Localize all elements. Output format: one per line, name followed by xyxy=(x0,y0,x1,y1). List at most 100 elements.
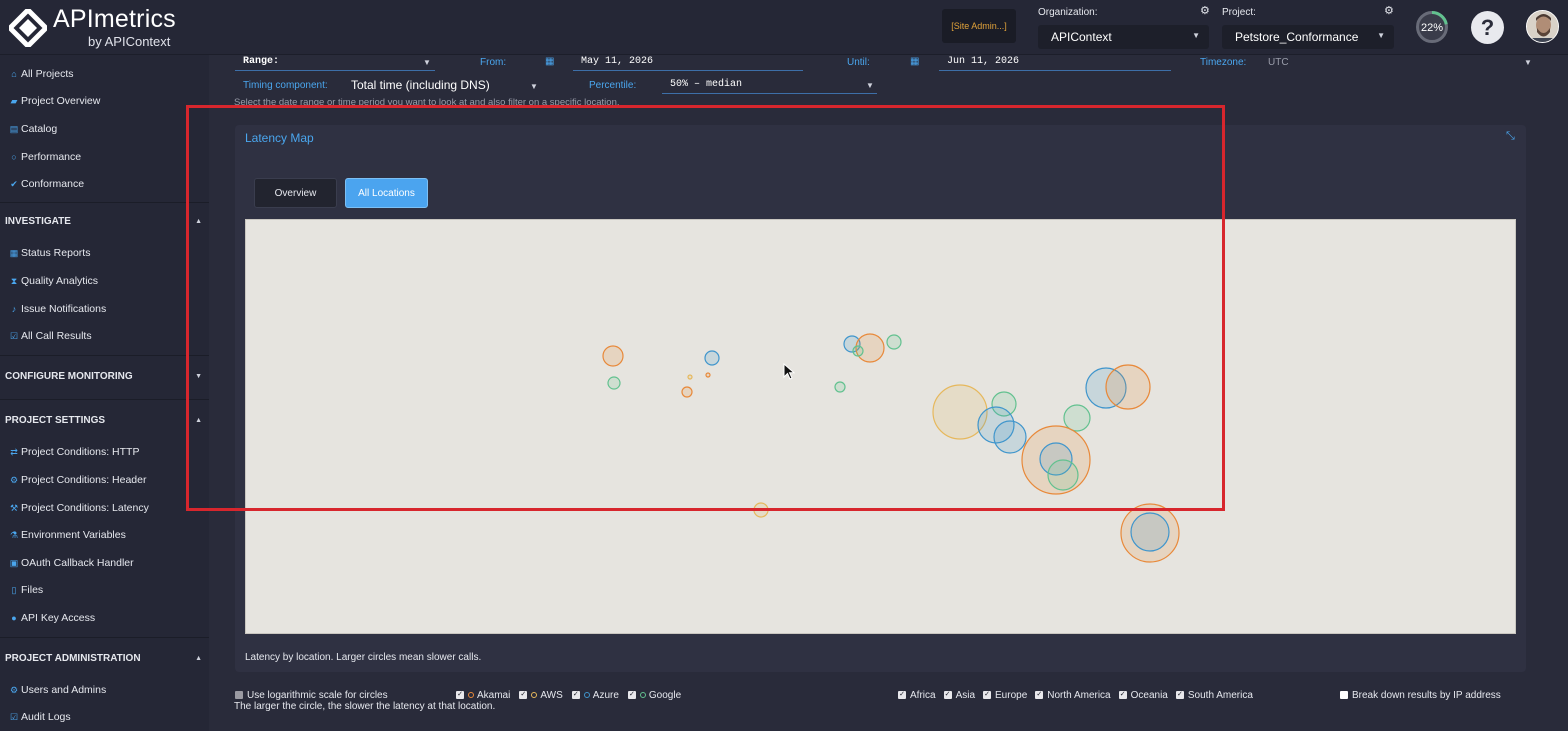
project-select[interactable]: Petstore_Conformance ▼ xyxy=(1222,25,1394,49)
sidebar-item-conditions-header[interactable]: ⚙ Project Conditions: Header xyxy=(9,472,147,488)
sidebar: ⌂ All Projects ▰ Project Overview ▤ Catalog… xyxy=(0,55,209,731)
help-icon: ? xyxy=(1480,14,1495,40)
gear-icon: ⚙ xyxy=(9,684,19,695)
sidebar-item-status-reports[interactable]: ▦ Status Reports xyxy=(9,245,91,261)
sidebar-item-all-projects[interactable]: ⌂ All Projects xyxy=(9,66,73,82)
organization-select[interactable]: APIContext ▼ xyxy=(1038,25,1209,49)
until-date-input[interactable]: Jun 11, 2026 xyxy=(939,53,1171,71)
bell-icon: ♪ xyxy=(11,304,17,314)
project-gear-icon[interactable]: ⚙ xyxy=(1384,6,1395,17)
oceania-checkbox[interactable]: ✓ xyxy=(1118,691,1127,699)
gauge-icon: ○ xyxy=(11,152,17,162)
location-bubble xyxy=(602,345,624,367)
azure-ring-icon xyxy=(583,692,590,698)
organization-gear-icon[interactable]: ⚙ xyxy=(1200,6,1211,17)
apimetrics-logo-icon[interactable] xyxy=(9,9,47,47)
sidebar-item-label: Project Conditions: HTTP xyxy=(21,446,140,458)
sidebar-item-conditions-latency[interactable]: ⚒ Project Conditions: Latency xyxy=(9,500,149,516)
africa-label: Africa xyxy=(910,689,936,701)
section-project-settings[interactable]: PROJECT SETTINGS ▲ xyxy=(5,412,203,428)
sidebar-item-quality-analytics[interactable]: ⧗ Quality Analytics xyxy=(9,273,98,289)
avatar[interactable] xyxy=(1526,10,1559,43)
organization-label: Organization: xyxy=(1038,7,1098,18)
organization-value: APIContext xyxy=(1051,30,1112,44)
location-bubble xyxy=(834,381,846,393)
percentile-select[interactable]: 50% – median xyxy=(662,76,877,94)
percentile-value: 50% – median xyxy=(670,79,743,90)
sidebar-item-catalog[interactable]: ▤ Catalog xyxy=(9,121,57,137)
log-scale-option[interactable]: Use logarithmic scale for circles xyxy=(235,688,388,702)
region-filters: ✓ Africa ✓ Asia ✓ Europe ✓ North America… xyxy=(898,688,1253,702)
calendar-icon[interactable]: ▦ xyxy=(910,56,919,67)
azure-checkbox[interactable]: ✓ xyxy=(571,691,580,699)
range-select[interactable]: Range: xyxy=(235,53,435,71)
collapse-icon[interactable]: ⤡ xyxy=(1506,130,1515,143)
sidebar-divider xyxy=(0,202,209,203)
sidebar-divider xyxy=(0,637,209,638)
location-bubble xyxy=(1130,512,1170,552)
sidebar-item-label: Files xyxy=(21,584,44,596)
chevron-down-icon: ▼ xyxy=(1192,31,1200,40)
sidebar-item-label: Issue Notifications xyxy=(21,303,107,315)
tab-overview[interactable]: Overview xyxy=(254,178,337,208)
breakdown-checkbox[interactable] xyxy=(1340,691,1348,699)
north-america-checkbox[interactable]: ✓ xyxy=(1035,691,1044,699)
aws-checkbox[interactable]: ✓ xyxy=(519,691,528,699)
until-label: Until: xyxy=(847,57,870,68)
europe-checkbox[interactable]: ✓ xyxy=(983,691,992,699)
chevron-up-icon: ▲ xyxy=(195,217,202,225)
section-configure-monitoring[interactable]: CONFIGURE MONITORING ▼ xyxy=(5,368,203,384)
sidebar-item-users-admins[interactable]: ⚙ Users and Admins xyxy=(9,682,106,698)
sidebar-item-label: Conformance xyxy=(21,178,85,190)
location-bubble xyxy=(687,374,693,380)
gear-icon: ⚙ xyxy=(9,474,19,485)
checkbox-icon: ☑ xyxy=(9,330,19,341)
help-button[interactable]: ? xyxy=(1471,11,1504,44)
progress-ring[interactable]: 22% xyxy=(1415,10,1449,44)
sidebar-item-project-overview[interactable]: ▰ Project Overview xyxy=(9,93,101,109)
sidebar-item-issue-notifications[interactable]: ♪ Issue Notifications xyxy=(9,301,106,317)
sidebar-item-oauth-callback[interactable]: ▣ OAuth Callback Handler xyxy=(9,555,134,571)
location-bubble xyxy=(607,376,621,390)
from-date-input[interactable]: May 11, 2026 xyxy=(573,53,803,71)
section-project-administration[interactable]: PROJECT ADMINISTRATION ▲ xyxy=(5,650,203,666)
akamai-checkbox[interactable]: ✓ xyxy=(456,691,464,699)
tab-all-locations[interactable]: All Locations xyxy=(345,178,428,208)
sidebar-item-environment-variables[interactable]: ⚗ Environment Variables xyxy=(9,527,126,543)
range-label: Range: xyxy=(243,56,280,67)
sidebar-item-audit-logs[interactable]: ☑ Audit Logs xyxy=(9,709,71,725)
south-america-checkbox[interactable]: ✓ xyxy=(1175,691,1184,699)
timing-component-select[interactable]: Total time (including DNS) xyxy=(343,76,545,94)
chevron-down-icon: ▼ xyxy=(1377,31,1385,40)
location-bubble xyxy=(886,334,902,350)
site-admin-button[interactable]: [Site Admin...] xyxy=(942,9,1016,43)
sidebar-item-label: Project Conditions: Latency xyxy=(21,502,149,514)
sidebar-item-performance[interactable]: ○ Performance xyxy=(9,149,81,165)
log-scale-checkbox[interactable] xyxy=(235,691,243,699)
section-investigate[interactable]: INVESTIGATE ▲ xyxy=(5,213,203,229)
logo-title: APImetrics xyxy=(53,5,176,33)
section-title: CONFIGURE MONITORING xyxy=(5,370,133,382)
sidebar-item-label: Project Conditions: Header xyxy=(21,474,147,486)
sidebar-item-conditions-http[interactable]: ⇄ Project Conditions: HTTP xyxy=(9,444,139,460)
timezone-select[interactable]: UTC xyxy=(1260,53,1535,71)
wrench-icon: ⚒ xyxy=(9,502,19,513)
hourglass-icon: ⧗ xyxy=(10,275,18,286)
google-checkbox[interactable]: ✓ xyxy=(627,691,636,699)
sidebar-item-conformance[interactable]: ✔ Conformance xyxy=(9,176,84,192)
aws-label: AWS xyxy=(540,689,563,701)
sidebar-item-files[interactable]: ▯ Files xyxy=(9,582,44,598)
latency-map[interactable] xyxy=(245,219,1516,634)
chevron-up-icon: ▲ xyxy=(195,416,202,424)
africa-checkbox[interactable]: ✓ xyxy=(898,691,906,699)
latency-map-canvas[interactable] xyxy=(246,220,1517,635)
logo-subtitle: by APIContext xyxy=(88,34,171,49)
breakdown-option[interactable]: Break down results by IP address xyxy=(1340,688,1501,702)
sidebar-divider xyxy=(0,399,209,400)
info-icon: ● xyxy=(11,613,17,623)
asia-checkbox[interactable]: ✓ xyxy=(943,691,952,699)
calendar-icon[interactable]: ▦ xyxy=(545,56,554,67)
location-bubble xyxy=(993,420,1027,454)
sidebar-item-all-call-results[interactable]: ☑ All Call Results xyxy=(9,328,92,344)
sidebar-item-api-key-access[interactable]: ● API Key Access xyxy=(9,610,95,626)
